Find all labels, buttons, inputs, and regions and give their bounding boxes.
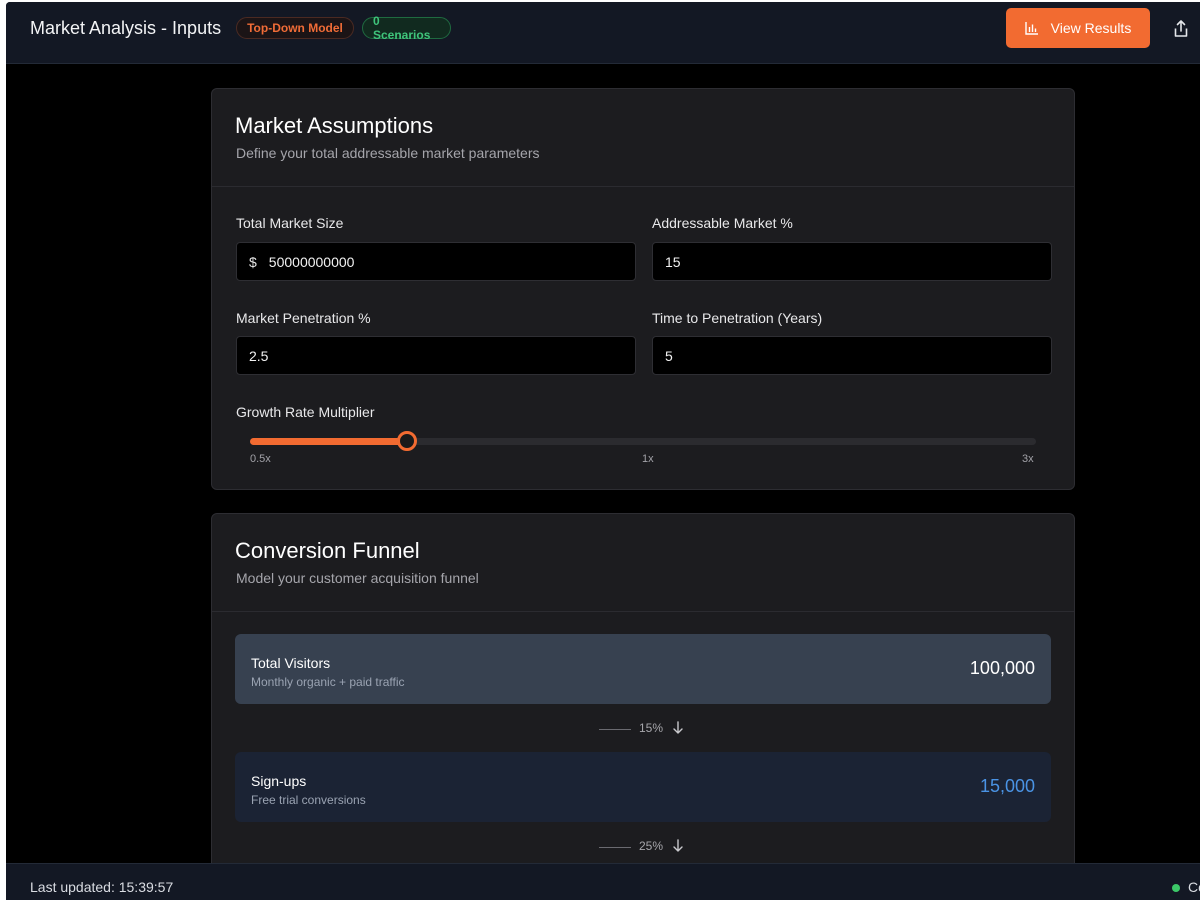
market-assumptions-card: Market Assumptions Define your total add… <box>211 88 1075 490</box>
time-to-penetration-input[interactable]: 5 <box>652 336 1052 375</box>
addressable-market-input[interactable]: 15 <box>652 242 1052 281</box>
share-icon[interactable] <box>1172 19 1190 39</box>
growth-rate-slider-fill <box>250 438 408 445</box>
market-card-subtitle: Define your total addressable market par… <box>236 145 540 161</box>
stage-value: 15,000 <box>979 776 1035 796</box>
funnel-card-subtitle: Model your customer acquisition funnel <box>236 570 479 586</box>
funnel-stage-visitors[interactable]: Total Visitors Monthly organic + paid tr… <box>235 634 1051 704</box>
currency-prefix: $ <box>249 253 257 270</box>
stage-title: Sign-ups <box>251 773 307 789</box>
stage-value: 100,000 <box>969 658 1035 678</box>
connection-status-text: Co <box>1188 879 1200 895</box>
funnel-card-title: Conversion Funnel <box>235 538 420 563</box>
stage-description: Monthly organic + paid traffic <box>251 675 405 689</box>
growth-rate-slider[interactable] <box>250 431 1036 451</box>
bar-chart-icon <box>1024 22 1038 35</box>
page-title: Market Analysis - Inputs <box>30 18 222 38</box>
funnel-card-header: Conversion Funnel Model your customer ac… <box>212 514 1074 612</box>
arrow-down-icon <box>673 839 683 852</box>
market-card-header: Market Assumptions Define your total add… <box>212 89 1074 187</box>
market-penetration-label: Market Penetration % <box>236 310 371 326</box>
addressable-market-label: Addressable Market % <box>652 215 793 231</box>
conversion-rate-row: 15% <box>212 720 1076 738</box>
stage-description: Free trial conversions <box>251 793 366 807</box>
app-window: Market Analysis - Inputs Top-Down Model … <box>6 2 1200 900</box>
model-badge: Top-Down Model <box>236 17 354 39</box>
total-market-label: Total Market Size <box>236 215 344 231</box>
market-penetration-value: 2.5 <box>249 347 269 364</box>
stage-title: Total Visitors <box>251 655 331 671</box>
status-bar: Last updated: 15:39:57 Co <box>6 863 1200 900</box>
growth-rate-slider-thumb[interactable] <box>397 431 418 451</box>
funnel-stage-signups[interactable]: Sign-ups Free trial conversions 15,000 <box>235 752 1051 822</box>
growth-mid-tick: 1x <box>642 453 654 465</box>
top-bar: Market Analysis - Inputs Top-Down Model … <box>6 2 1200 64</box>
total-market-value: 50000000000 <box>268 253 355 270</box>
conversion-rate[interactable]: 15% <box>639 721 663 735</box>
market-card-title: Market Assumptions <box>235 113 434 138</box>
total-market-input[interactable]: $ 50000000000 <box>236 242 636 281</box>
connection-status-dot <box>1172 884 1180 892</box>
time-to-penetration-label: Time to Penetration (Years) <box>652 310 823 326</box>
growth-max-tick: 3x <box>1022 453 1034 465</box>
view-results-button[interactable]: View Results <box>1006 8 1150 48</box>
time-to-penetration-value: 5 <box>665 347 673 364</box>
conversion-rate-row: 25% <box>212 838 1076 856</box>
view-results-label: View Results <box>1050 20 1132 36</box>
addressable-market-value: 15 <box>665 253 681 270</box>
market-penetration-input[interactable]: 2.5 <box>236 336 636 375</box>
rate-divider <box>599 729 631 730</box>
growth-rate-label: Growth Rate Multiplier <box>236 404 375 420</box>
last-updated-text: Last updated: 15:39:57 <box>30 879 174 895</box>
rate-divider <box>599 847 631 848</box>
growth-min-tick: 0.5x <box>250 453 271 465</box>
conversion-funnel-card: Conversion Funnel Model your customer ac… <box>211 513 1075 900</box>
scenarios-badge: 0 Scenarios <box>362 14 451 42</box>
arrow-down-icon <box>673 721 683 734</box>
conversion-rate[interactable]: 25% <box>639 839 663 853</box>
